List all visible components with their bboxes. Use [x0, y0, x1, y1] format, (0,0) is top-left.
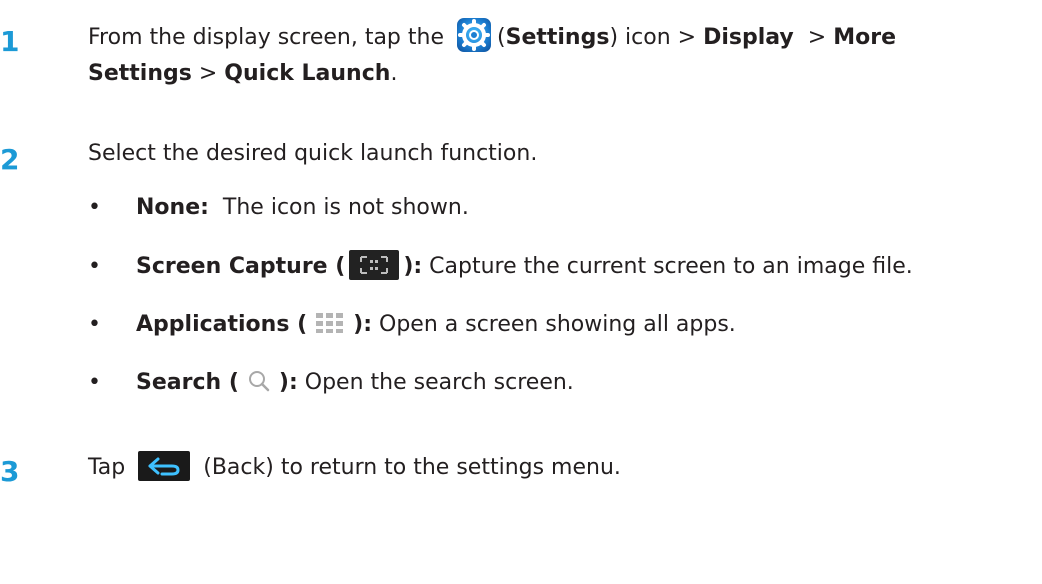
step-text-prefix: From the display screen, tap the — [88, 25, 444, 50]
tap-label: Tap — [88, 455, 126, 480]
back-desc: (Back) to return to the settings menu. — [203, 455, 621, 480]
bullet-label-open: Search ( — [136, 370, 239, 395]
bullet-content: Screen Capture ( ): Capture the current … — [136, 249, 913, 285]
separator-2: > — [198, 61, 218, 86]
bullet-label-open: Applications ( — [136, 312, 308, 337]
step-number: 3 — [0, 455, 20, 488]
more-label: More — [833, 25, 896, 50]
settings-label-2: Settings — [88, 61, 192, 86]
screen-capture-icon — [349, 250, 400, 280]
step-number: 2 — [0, 143, 20, 176]
bullet-dot: • — [88, 370, 101, 395]
bullet-label-close: ): — [278, 370, 298, 395]
icon-text: ) icon > — [609, 25, 697, 50]
search-icon — [246, 368, 272, 394]
bullet-search: • Search ( ): Open the search screen. — [88, 365, 1042, 405]
paren-open: ( — [497, 25, 506, 50]
bullet-none: • None: The icon is not shown. — [88, 190, 1042, 230]
settings-gear-icon — [457, 18, 491, 52]
bullet-dot: • — [88, 195, 101, 220]
bullet-content: None: The icon is not shown. — [136, 190, 469, 226]
quick-launch-label: Quick Launch — [224, 61, 391, 86]
bullet-desc: Capture the current screen to an image f… — [429, 254, 913, 279]
bullet-content: Search ( ): Open the search screen. — [136, 365, 574, 401]
step-text: Tap (Back) to return to the settings men… — [88, 450, 1042, 486]
step-text: Select the desired quick launch function… — [88, 141, 538, 166]
separator: > — [807, 25, 827, 50]
step-text: From the display screen, tap the (Settin… — [88, 18, 1042, 92]
bullet-desc: Open the search screen. — [304, 370, 574, 395]
apps-grid-icon — [314, 311, 346, 335]
bullet-label-close: ): — [403, 254, 423, 279]
bullet-label: None: — [136, 195, 209, 220]
bullet-label-close: ): — [353, 312, 372, 337]
step-number: 1 — [0, 25, 20, 58]
bullet-desc: The icon is not shown. — [222, 195, 469, 220]
bullet-applications: • Applications ( ): Open a screen showin… — [88, 307, 1042, 347]
bullet-desc: Open a screen showing all apps. — [379, 312, 736, 337]
bullet-dot: • — [88, 254, 101, 279]
bullet-label-open: Screen Capture ( — [136, 254, 346, 279]
back-icon — [138, 451, 191, 481]
bullet-dot: • — [88, 312, 101, 337]
bullet-screen-capture: • Screen Capture ( ): Capture the curren… — [88, 249, 1042, 289]
settings-label: Settings — [505, 25, 610, 50]
period: . — [390, 61, 398, 86]
bullet-content: Applications ( ): Open a screen showing … — [136, 307, 736, 343]
display-label: Display — [703, 25, 794, 50]
